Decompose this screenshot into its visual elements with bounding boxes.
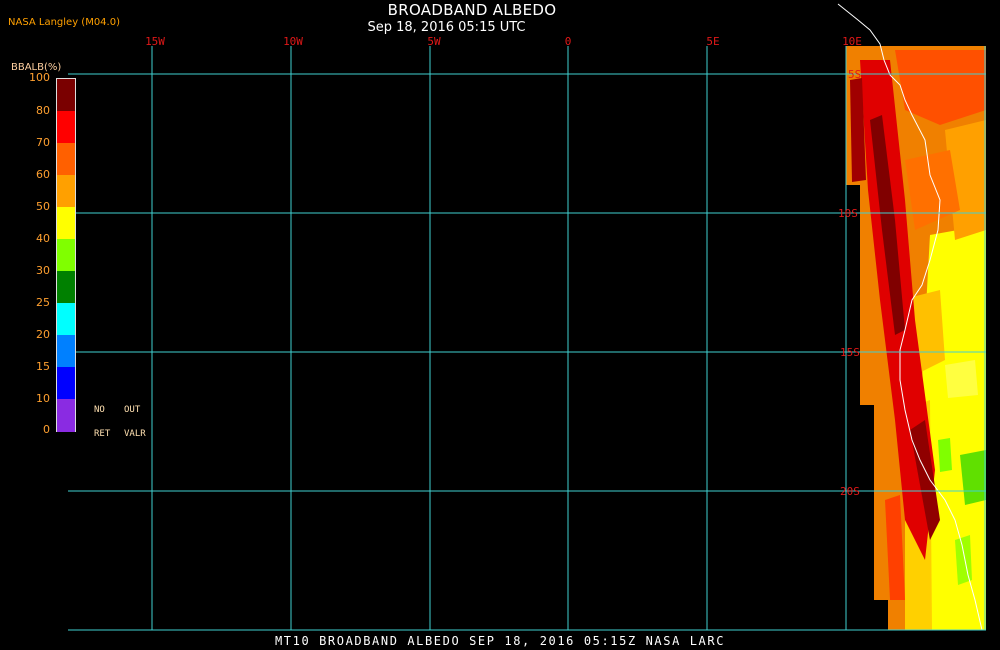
colorbar-segment	[57, 303, 75, 336]
colorbar-tick: 60	[36, 168, 50, 181]
map-canvas: 15W 10W 5W 0 5E 10E 5S 10S 15S 20S	[68, 3, 986, 631]
colorbar-tick: 15	[36, 360, 50, 373]
lat-label-20s: 20S	[840, 485, 860, 498]
colorbar-segment	[57, 239, 75, 272]
colorbar-tick: 50	[36, 200, 50, 213]
colorbar-tick: 40	[36, 232, 50, 245]
colorbar-tick: 100	[29, 71, 50, 84]
colorbar-tick: 10	[36, 392, 50, 405]
lat-label-5s: 5S	[848, 68, 861, 81]
out-of-range-label-2: VALR	[124, 429, 146, 439]
colorbar-tick: 70	[36, 136, 50, 149]
lon-label-0: 0	[565, 35, 572, 48]
albedo-data-field	[837, 3, 986, 631]
colorbar-tick: 20	[36, 328, 50, 341]
longitude-labels: 15W 10W 5W 0 5E 10E	[145, 35, 862, 48]
lat-label-10s: 10S	[838, 207, 858, 220]
colorbar-segment	[57, 207, 75, 240]
lon-label-10e: 10E	[842, 35, 862, 48]
colorbar-segment	[57, 111, 75, 144]
lon-label-5w: 5W	[427, 35, 441, 48]
colorbar-tick: 0	[43, 423, 50, 436]
colorbar-tick: 30	[36, 264, 50, 277]
colorbar-segment	[57, 271, 75, 304]
colorbar-segment	[57, 175, 75, 208]
lon-label-10w: 10W	[283, 35, 303, 48]
out-of-range-label-1: OUT	[124, 405, 141, 415]
colorbar-tick: 80	[36, 104, 50, 117]
lat-label-15s: 15S	[840, 346, 860, 359]
footer-caption: MT10 BROADBAND ALBEDO SEP 18, 2016 05:15…	[274, 634, 726, 648]
colorbar-segment	[57, 143, 75, 176]
no-retrieval-label-2: RET	[94, 429, 111, 439]
colorbar	[56, 78, 76, 432]
lon-label-5e: 5E	[706, 35, 719, 48]
colorbar-segment	[57, 79, 75, 112]
colorbar-tick: 25	[36, 296, 50, 309]
colorbar-segment	[57, 367, 75, 400]
lon-label-15w: 15W	[145, 35, 165, 48]
colorbar-segment	[57, 399, 75, 432]
colorbar-segment	[57, 335, 75, 368]
no-retrieval-label-1: NO	[94, 405, 105, 415]
